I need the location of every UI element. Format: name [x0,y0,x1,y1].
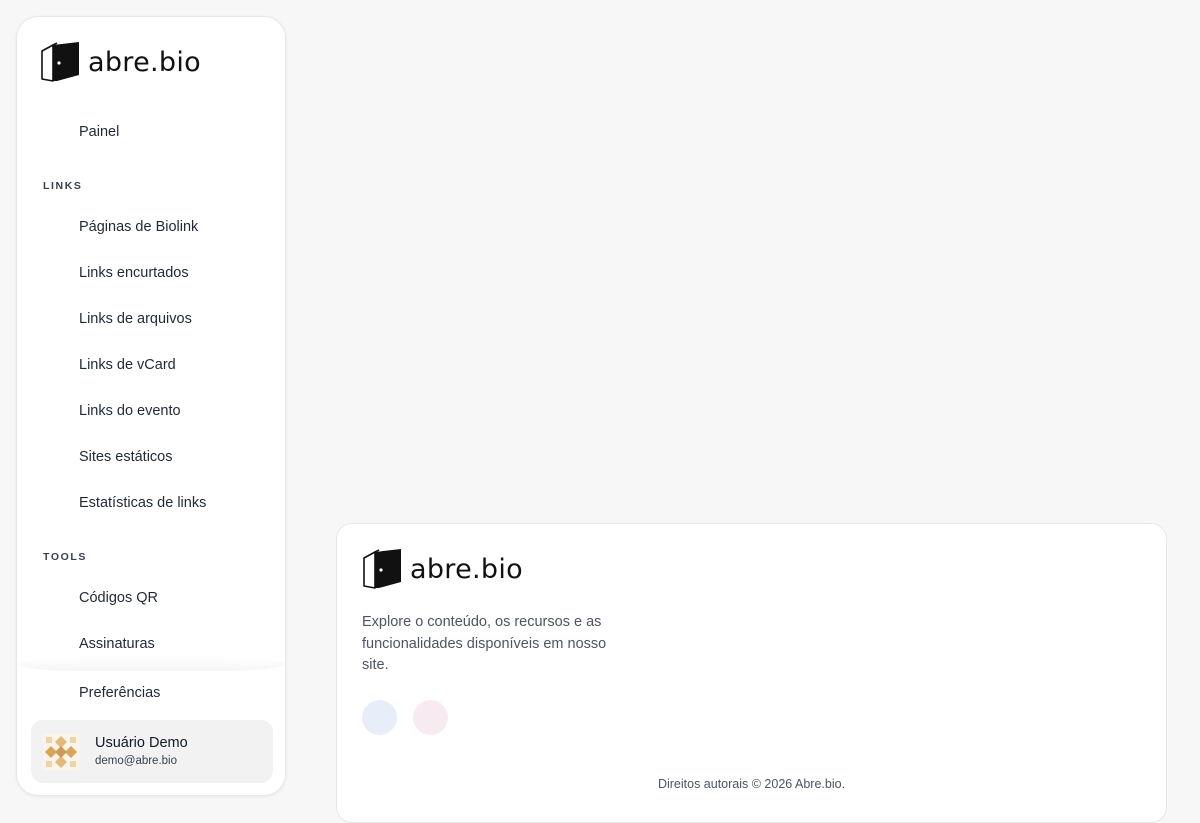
user-account-card[interactable]: Usuário Demo demo@abre.bio [31,720,273,783]
sidebar: abre.bio Painel LINKS Páginas de Biolink… [16,16,286,796]
sidebar-item-label: Sites estáticos [79,449,173,465]
sidebar-item-label: Preferências [79,685,161,701]
avatar [43,734,79,770]
sidebar-item-links-encurtados[interactable]: Links encurtados [79,264,189,282]
sidebar-item-assinaturas[interactable]: Assinaturas [79,635,155,653]
sidebar-item-codigos-qr[interactable]: Códigos QR [79,589,158,607]
sidebar-item-estatisticas-de-links[interactable]: Estatísticas de links [79,494,206,512]
social-icon-pink[interactable] [413,700,448,735]
footer: abre.bio Explore o conteúdo, os recursos… [336,523,1167,823]
section-label-tools: TOOLS [43,551,87,563]
sidebar-item-label: Assinaturas [79,636,155,652]
copyright-text: Direitos autorais © 2026 Abre.bio. [657,777,846,791]
sidebar-item-label: Links encurtados [79,265,189,281]
sidebar-item-paginas-de-biolink[interactable]: Páginas de Biolink [79,218,198,236]
user-name: Usuário Demo [95,735,188,751]
footer-description: Explore o conteúdo, os recursos e as fun… [362,614,607,673]
sidebar-item-label: Links de vCard [79,357,176,373]
sidebar-item-links-de-vcard[interactable]: Links de vCard [79,356,176,374]
sidebar-item-label: Links de arquivos [79,311,192,327]
sidebar-item-label: Páginas de Biolink [79,219,199,235]
footer-brand-name: abre.bio [410,553,523,585]
sidebar-item-painel[interactable]: Painel [79,123,119,141]
user-email: demo@abre.bio [95,755,177,767]
sidebar-item-label: Painel [79,124,120,140]
sidebar-item-label: Estatísticas de links [79,495,207,511]
sidebar-item-sites-estaticos[interactable]: Sites estáticos [79,448,173,466]
door-logo-icon [41,42,79,82]
brand-logo[interactable]: abre.bio [39,41,201,83]
section-label-links: LINKS [43,180,83,192]
sidebar-item-label: Códigos QR [79,590,158,606]
door-logo-icon [363,549,401,589]
scroll-fade-divider [17,657,285,671]
sidebar-item-links-do-evento[interactable]: Links do evento [79,402,181,420]
brand-name: abre.bio [88,46,201,78]
sidebar-item-label: Links do evento [79,403,181,419]
sidebar-item-links-de-arquivos[interactable]: Links de arquivos [79,310,192,328]
sidebar-item-preferencias[interactable]: Preferências [79,684,160,702]
social-icon-blue[interactable] [362,700,397,735]
footer-brand-logo[interactable]: abre.bio [361,548,523,590]
